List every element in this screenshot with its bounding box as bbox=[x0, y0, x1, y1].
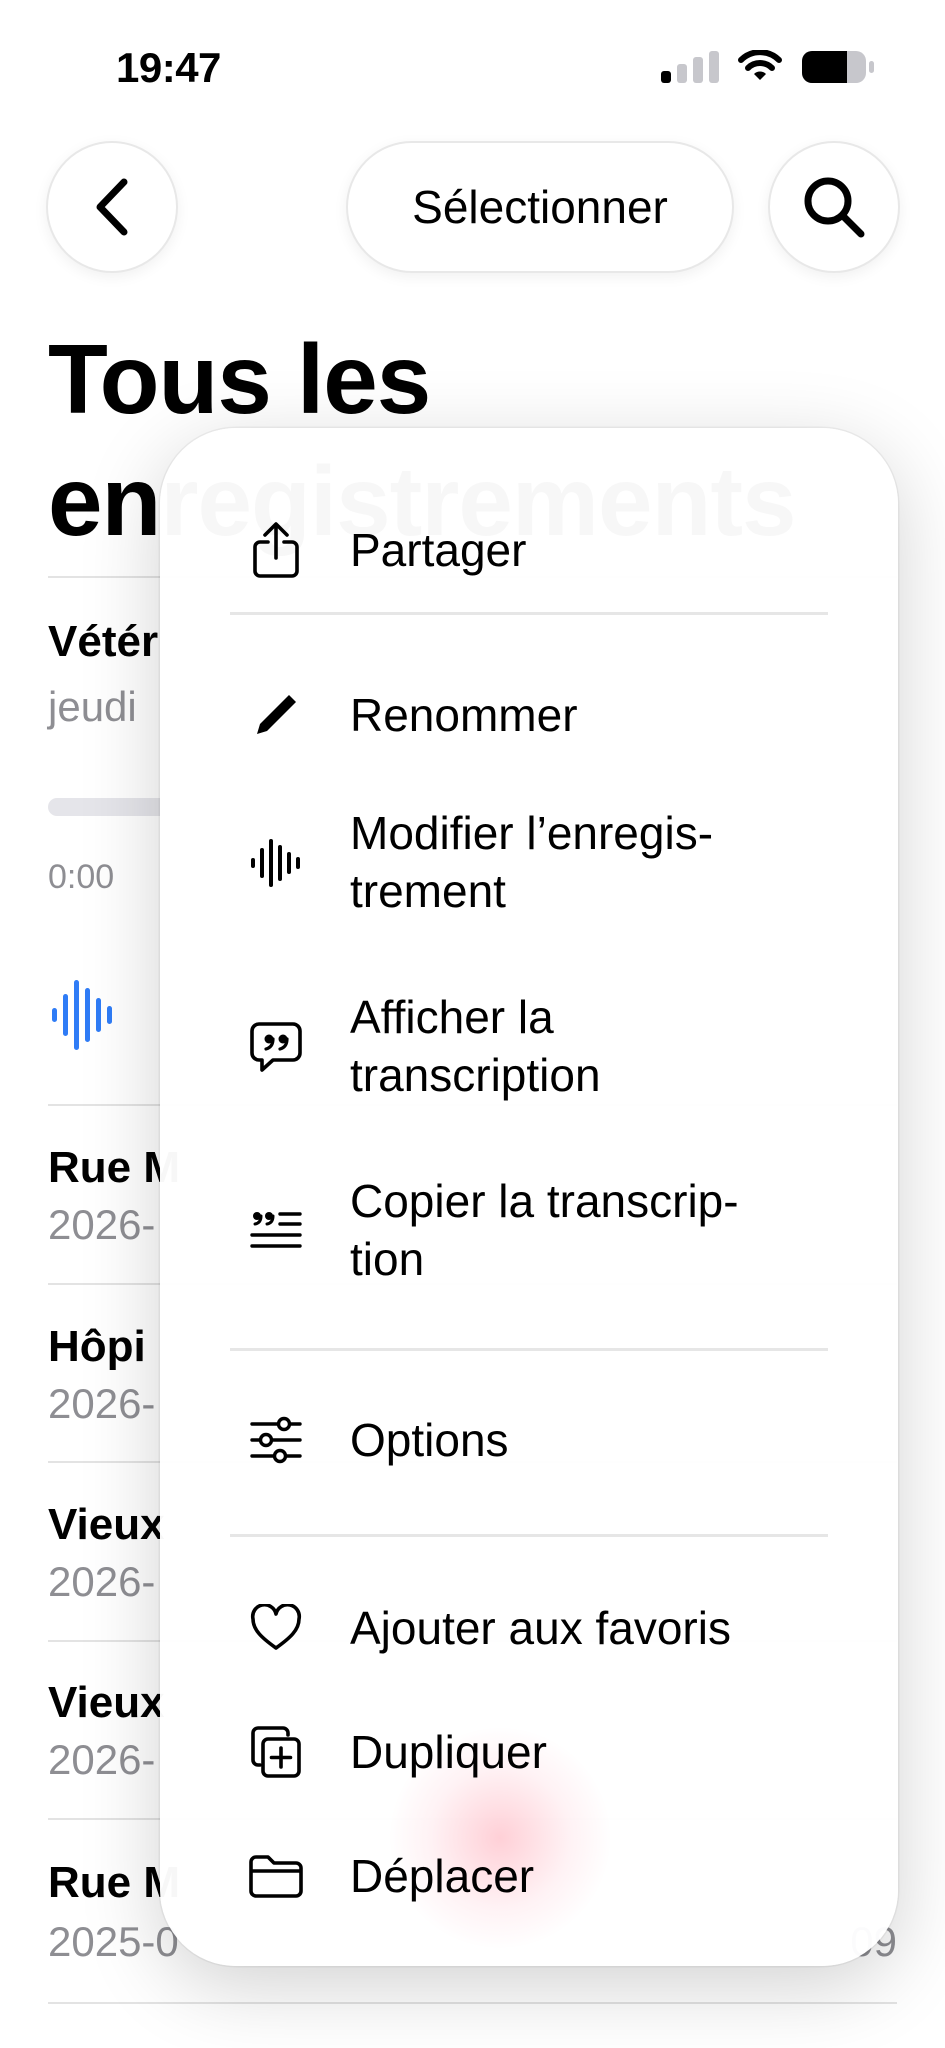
pencil-icon bbox=[248, 687, 304, 743]
recording-date: 2026- bbox=[48, 1380, 156, 1427]
recording-title[interactable]: Vétér bbox=[48, 617, 158, 667]
back-button[interactable] bbox=[46, 141, 178, 273]
menu-item-move[interactable]: Déplacer bbox=[160, 1814, 898, 1938]
menu-item-copy-transcript[interactable]: Copier la transcrip- tion bbox=[160, 1156, 898, 1306]
menu-item-show-transcript[interactable]: Afficher la transcription bbox=[160, 972, 898, 1122]
recording-date: 2026- bbox=[48, 1736, 156, 1783]
menu-item-label: Renommer bbox=[350, 689, 578, 741]
menu-item-label: Modifier l’enregis- trement bbox=[350, 807, 714, 917]
chevron-left-icon bbox=[96, 178, 128, 236]
recording-title[interactable]: Hôpi bbox=[48, 1322, 146, 1372]
recording-date: jeudi bbox=[48, 683, 137, 730]
wifi-icon bbox=[738, 50, 782, 80]
waveform-icon bbox=[248, 835, 304, 891]
status-icons bbox=[661, 50, 875, 84]
menu-item-rename[interactable]: Renommer bbox=[160, 660, 898, 770]
share-icon bbox=[248, 522, 304, 578]
menu-divider bbox=[230, 1534, 828, 1537]
quote-text-icon bbox=[248, 1203, 304, 1259]
menu-item-duplicate[interactable]: Dupliquer bbox=[160, 1690, 898, 1814]
menu-divider bbox=[230, 612, 828, 615]
context-menu: Partager Renommer Modifier l’enregis- tr… bbox=[160, 428, 898, 1966]
menu-item-label: Déplacer bbox=[350, 1850, 535, 1902]
menu-item-label: Dupliquer bbox=[350, 1726, 547, 1778]
search-button[interactable] bbox=[768, 141, 900, 273]
quote-bubble-icon bbox=[248, 1019, 304, 1075]
battery-icon bbox=[802, 51, 874, 83]
list-divider bbox=[48, 2002, 897, 2004]
waveform-icon[interactable] bbox=[52, 980, 114, 1050]
menu-item-options[interactable]: Options bbox=[160, 1378, 898, 1502]
menu-item-share[interactable]: Partager bbox=[160, 488, 898, 612]
menu-item-label: Afficher la transcription bbox=[350, 991, 601, 1101]
heart-icon bbox=[248, 1600, 304, 1656]
recording-title[interactable]: Vieux bbox=[48, 1500, 165, 1550]
playback-time: 0:00 bbox=[48, 858, 115, 896]
search-icon bbox=[804, 177, 865, 238]
recording-date: 2026- bbox=[48, 1201, 156, 1248]
menu-item-add-favorite[interactable]: Ajouter aux favoris bbox=[160, 1566, 898, 1690]
menu-divider bbox=[230, 1348, 828, 1351]
recording-date: 2026- bbox=[48, 1558, 156, 1605]
sliders-icon bbox=[248, 1412, 304, 1468]
menu-item-label: Options bbox=[350, 1414, 509, 1466]
cellular-signal-icon bbox=[661, 51, 719, 83]
status-time: 19:47 bbox=[116, 44, 221, 91]
recording-title[interactable]: Vieux bbox=[48, 1678, 165, 1728]
menu-item-label: Partager bbox=[350, 524, 527, 576]
menu-item-edit-recording[interactable]: Modifier l’enregis- trement bbox=[160, 788, 898, 938]
menu-item-label: Ajouter aux favoris bbox=[350, 1602, 731, 1654]
menu-item-label: Copier la transcrip- tion bbox=[350, 1175, 739, 1285]
folder-icon bbox=[248, 1848, 304, 1904]
duplicate-icon bbox=[248, 1724, 304, 1780]
select-button[interactable]: Sélectionner bbox=[346, 141, 734, 273]
